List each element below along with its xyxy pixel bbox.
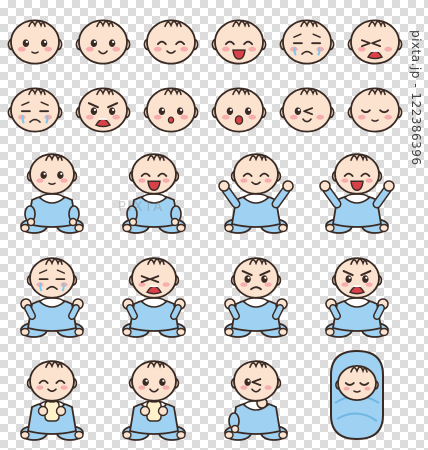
baby-fists-cry-open bbox=[122, 257, 186, 338]
baby-face-sad-frown bbox=[279, 19, 335, 65]
baby-face-happy-closed bbox=[143, 19, 199, 65]
baby-face-smile bbox=[75, 19, 131, 65]
baby-arms-up-laugh bbox=[319, 153, 395, 234]
baby-face-cry-open bbox=[347, 19, 403, 65]
baby-fists-angry-shout bbox=[325, 257, 389, 338]
sticker-sheet bbox=[0, 0, 428, 450]
baby-face-neutral bbox=[7, 19, 63, 65]
watermark-text: pixta.jp - 122386396 bbox=[409, 30, 423, 166]
baby-face-laugh bbox=[211, 19, 267, 65]
baby-arms-up-happy-closed bbox=[218, 153, 294, 234]
baby-bottle-happy-closed bbox=[20, 360, 84, 441]
baby-fists-angry bbox=[224, 257, 288, 338]
swaddled-baby bbox=[330, 349, 384, 441]
baby-bottle-smile bbox=[122, 360, 186, 441]
baby-fists-cry-lines bbox=[20, 257, 84, 338]
baby-sit-laugh bbox=[122, 153, 186, 234]
baby-thumb-wink bbox=[224, 360, 288, 441]
watermark: pixta.jp - 122386396 bbox=[406, 8, 426, 188]
baby-sit-neutral bbox=[20, 153, 84, 234]
